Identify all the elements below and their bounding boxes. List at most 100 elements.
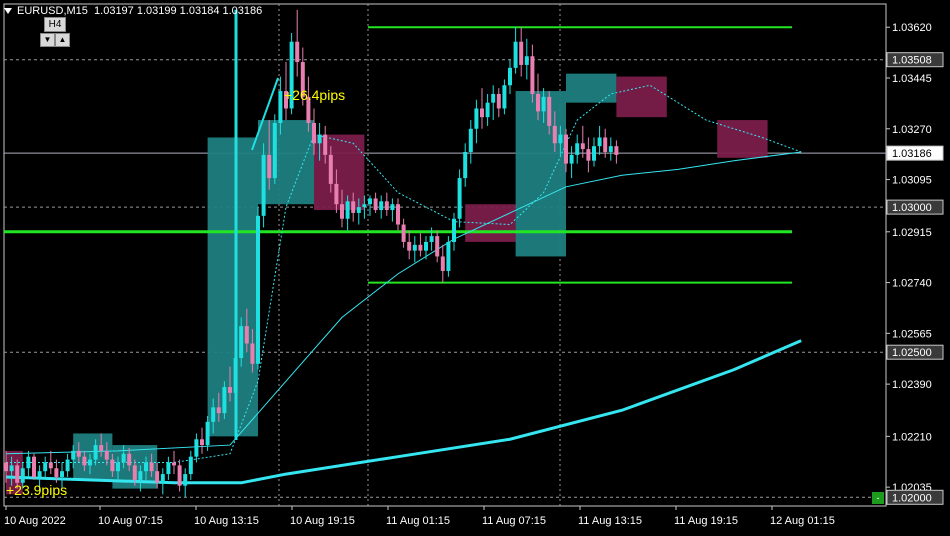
time-tick-label: 11 Aug 19:15 — [674, 515, 738, 527]
candle-body — [149, 462, 154, 472]
candle-body — [586, 149, 591, 161]
candle-body — [205, 421, 210, 446]
candle-body — [88, 459, 92, 466]
candle-body — [26, 456, 31, 469]
time-tick-label: 10 Aug 13:15 — [194, 515, 259, 527]
candle-body — [15, 465, 20, 483]
candle-body — [222, 387, 227, 414]
candle-body — [519, 41, 524, 65]
candle-body — [183, 474, 188, 486]
candle-body — [340, 204, 344, 219]
candle-body — [558, 134, 563, 144]
candle-body — [463, 151, 468, 179]
candle-body — [356, 207, 361, 213]
pips-label-top: +26.4pips — [284, 87, 346, 103]
candle-body — [295, 41, 300, 63]
timeframe-panel: H4 ▼ ▲ — [40, 17, 70, 47]
candle-body — [32, 456, 36, 477]
candle-body — [138, 471, 143, 480]
range-box — [314, 134, 365, 211]
time-tick-label: 11 Aug 07:15 — [482, 515, 546, 527]
range-box — [258, 120, 314, 205]
candle-body — [250, 343, 255, 364]
candle-body — [20, 468, 25, 483]
ohlc-values: 1.03197 1.03199 1.03184 1.03186 — [94, 5, 263, 17]
price-tick-label: 1.03620 — [892, 22, 932, 34]
candle-body — [99, 445, 104, 451]
candle-body — [513, 41, 518, 68]
candle-body — [188, 456, 193, 475]
candle-body — [424, 241, 428, 251]
candle-body — [211, 407, 216, 422]
candle-body — [496, 93, 501, 109]
candle-body — [597, 137, 602, 147]
price-badge-label: 1.03508 — [892, 55, 932, 67]
chart-header: EURUSD,M15 1.03197 1.03199 1.03184 1.031… — [4, 5, 262, 17]
candle-body — [418, 244, 423, 251]
timeframe-up-button[interactable]: ▲ — [55, 33, 70, 47]
timeframe-label[interactable]: H4 — [44, 17, 66, 32]
candle-body — [200, 439, 204, 446]
time-tick-label: 10 Aug 19:15 — [290, 515, 355, 527]
candle-body — [368, 198, 372, 205]
price-tick-label: 1.02565 — [892, 328, 932, 340]
price-tick-label: 1.03095 — [892, 175, 932, 187]
candle-body — [82, 456, 87, 466]
price-tick-label: 1.03270 — [892, 124, 932, 136]
candle-body — [384, 201, 389, 211]
range-box — [207, 137, 258, 437]
candle-body — [552, 125, 557, 144]
candle-body — [216, 407, 221, 414]
price-chart[interactable]: 1.03620 1.03445 1.03270 1.03095 1.02915 1.027… — [0, 0, 950, 531]
price-tick-label: 1.02915 — [892, 227, 932, 239]
candle-body — [569, 154, 574, 164]
pips-label-bottom: +23.9pips — [6, 482, 68, 498]
candle-body — [440, 256, 445, 271]
chart-canvas[interactable]: 1.03620 1.03445 1.03270 1.03095 1.02915 1.027… — [0, 0, 950, 531]
candle-body — [323, 134, 328, 155]
candle-body — [429, 236, 434, 242]
price-tick-label: 1.03445 — [892, 73, 932, 85]
candle-body — [362, 204, 367, 208]
candle-body — [480, 108, 484, 118]
candle-body — [396, 204, 400, 225]
candle-body — [104, 450, 109, 460]
ma-fast-line — [6, 84, 802, 463]
candle-body — [43, 462, 48, 472]
candle-body — [390, 204, 395, 211]
candle-body — [457, 178, 462, 219]
candle-body — [312, 122, 316, 144]
chart-frame — [3, 3, 887, 507]
candle-body — [468, 128, 473, 152]
candle-body — [116, 462, 120, 472]
symbol-timeframe: EURUSD,M15 — [17, 5, 88, 17]
candle-body — [172, 462, 176, 466]
candle-body — [379, 201, 384, 211]
range-box — [616, 76, 667, 118]
ma-mid-line — [5, 151, 802, 455]
range-box — [566, 73, 617, 103]
time-tick-label: 10 Aug 2022 — [4, 515, 66, 527]
chart-shift-button[interactable]: - — [872, 492, 884, 504]
candle-body — [614, 146, 619, 155]
candle-body — [351, 201, 356, 213]
candle-body — [317, 134, 322, 144]
price-tick-label: 1.02390 — [892, 379, 932, 391]
menu-triangle-icon[interactable] — [4, 8, 12, 15]
timeframe-down-button[interactable]: ▼ — [40, 33, 55, 47]
candle-body — [228, 387, 232, 393]
candle-body — [547, 96, 552, 126]
candle-body — [71, 450, 76, 460]
price-badge-label: 1.03000 — [892, 202, 932, 214]
candle-body — [127, 453, 132, 466]
candle-body — [132, 465, 137, 480]
price-badge-label: 1.02000 — [892, 492, 932, 504]
candle-body — [177, 465, 182, 486]
candle-body — [194, 439, 199, 457]
time-tick-label: 11 Aug 13:15 — [578, 515, 642, 527]
candle-body — [536, 93, 540, 112]
candle-body — [491, 93, 496, 103]
candle-body — [412, 244, 417, 251]
candle-body — [452, 218, 456, 242]
candle-body — [502, 85, 507, 109]
